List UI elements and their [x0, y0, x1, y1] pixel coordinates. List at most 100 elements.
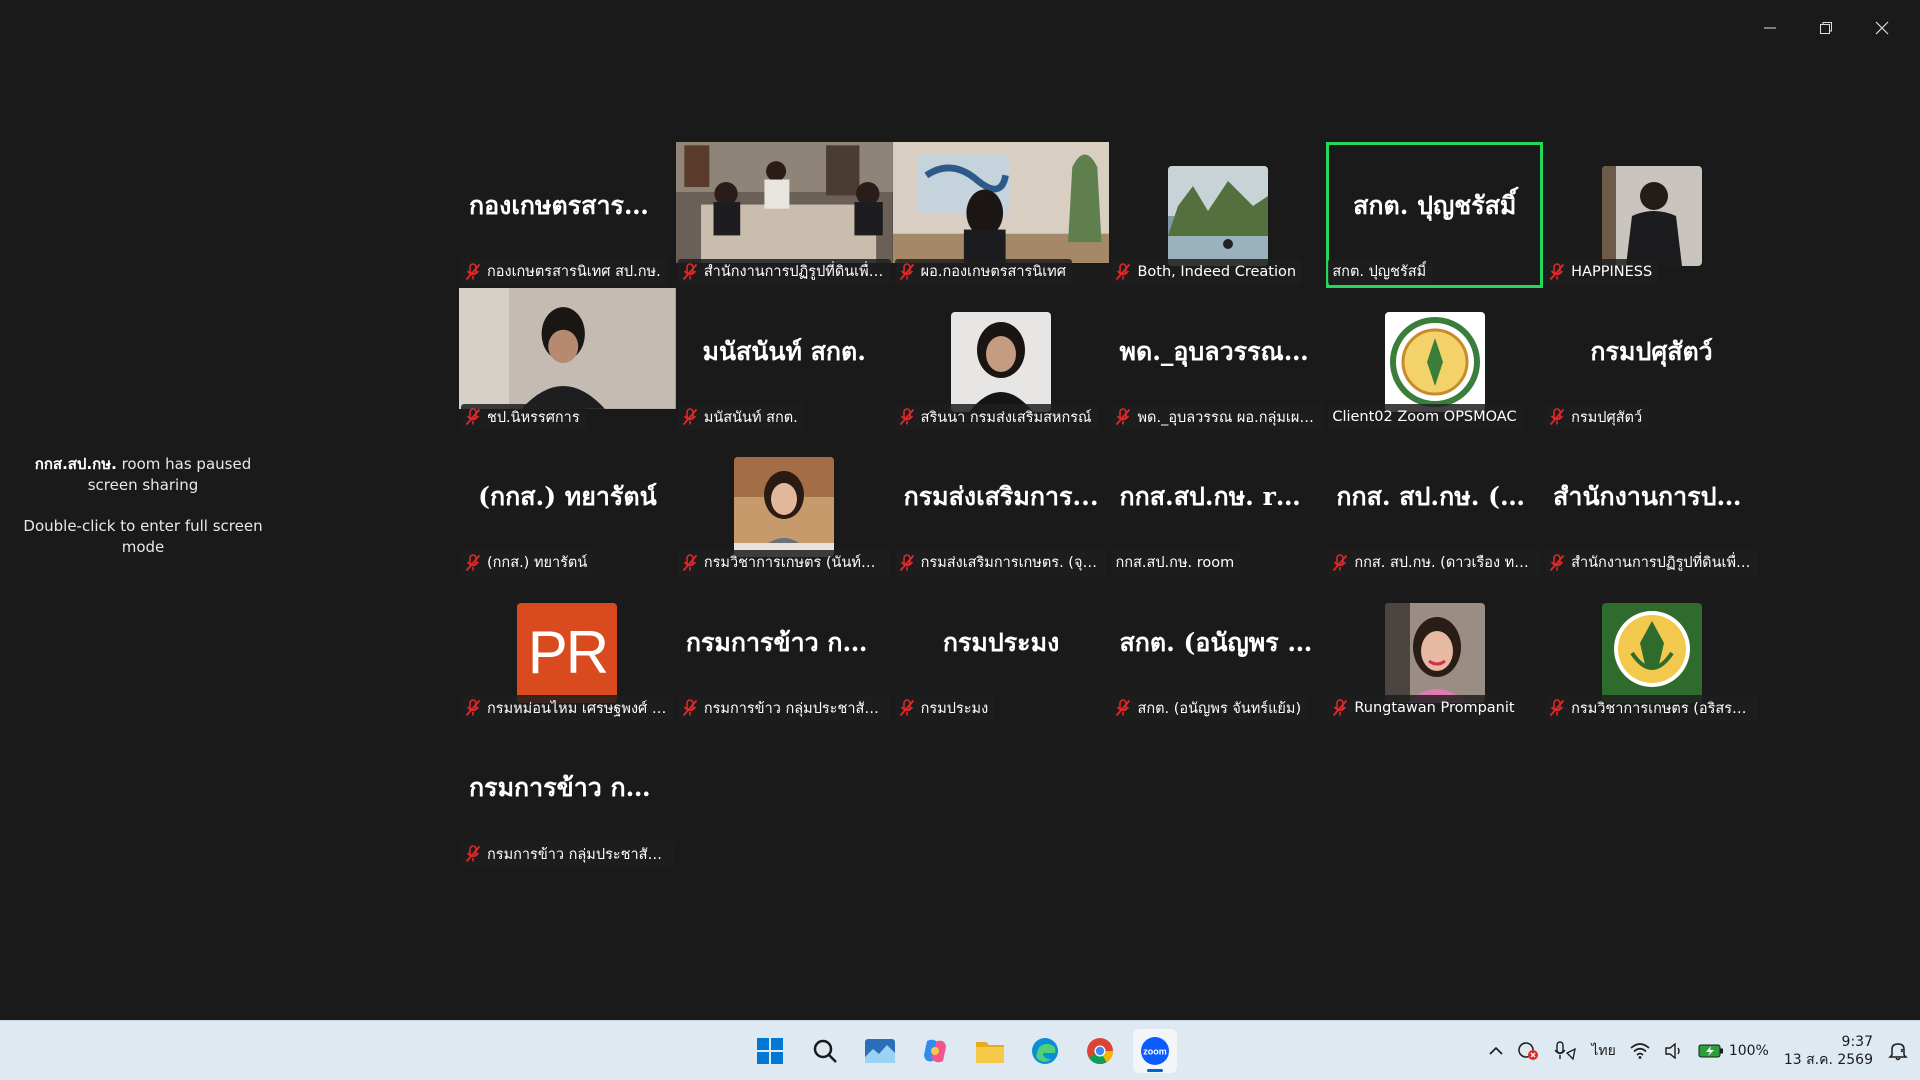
- search-button[interactable]: [803, 1029, 847, 1073]
- restore-button[interactable]: [1798, 10, 1854, 46]
- microphone-tray-button[interactable]: [1546, 1031, 1584, 1071]
- clock[interactable]: 9:37 13 ส.ค. 2569: [1776, 1031, 1881, 1071]
- chevron-up-icon: [1489, 1046, 1503, 1055]
- mic-muted-icon: [899, 408, 915, 426]
- participant-label-text: กองเกษตรสารนิเทศ สป.กษ.: [487, 264, 661, 281]
- participant-tile[interactable]: กรมการข้าว กลุ่ม... กรมการข้าว กลุ่มประช…: [675, 578, 893, 725]
- mic-muted-icon: [1332, 699, 1348, 717]
- participant-tile[interactable]: (กกส.) ทยารัตน์ (กกส.) ทยารัตน์: [459, 433, 676, 579]
- participant-label: (กกส.) ทยารัตน์: [461, 549, 594, 576]
- security-tray-button[interactable]: [1510, 1031, 1546, 1071]
- participant-name-large: กรมส่งเสริมการ...: [903, 482, 1099, 512]
- participant-tile[interactable]: กองเกษตรสารนิ... กองเกษตรสารนิเทศ สป.กษ.: [459, 142, 676, 288]
- participant-avatar: [1167, 166, 1268, 266]
- participant-label-text: Client02 Zoom OPSMOAC: [1332, 409, 1517, 426]
- participant-label: กรมหม่อนไหม เศรษฐพงศ์ ทองสุข น...: [461, 695, 674, 722]
- participant-tile[interactable]: กรมวิชาการเกษตร (นันท์นภัส พูลสวั...: [675, 433, 893, 579]
- mic-muted-icon: [1332, 553, 1348, 572]
- avatar-initials: PR: [527, 619, 609, 687]
- restore-icon: [1820, 22, 1832, 34]
- participant-tile[interactable]: กรมการข้าว กลุ่ม... กรมการข้าว กลุ่มประช…: [459, 724, 676, 870]
- battery-tray-button[interactable]: 100%: [1691, 1031, 1776, 1071]
- zoom-button[interactable]: zoom: [1133, 1029, 1177, 1073]
- share-paused-notice[interactable]: กกส.สป.กษ. room has paused screen sharin…: [20, 454, 266, 558]
- participant-tile-active-speaker[interactable]: สกต. ปุญชรัสมิ์ สกต. ปุญชรัสมิ์: [1326, 142, 1544, 288]
- participant-tile[interactable]: กกส.สป.กษ. room กกส.สป.กษ. room: [1109, 433, 1327, 579]
- participant-tile[interactable]: PR กรมหม่อนไหม เศรษฐพงศ์ ทองสุข น...: [459, 578, 676, 725]
- participant-label-text: (กกส.) ทยารัตน์: [487, 555, 588, 572]
- participant-tile[interactable]: สำนักงานการปฏิรู... สำนักงานการปฏิรูปที่…: [1543, 433, 1760, 579]
- participant-tile[interactable]: ชป.นิหรรศการ: [459, 287, 676, 434]
- participant-tile[interactable]: ผอ.กองเกษตรสารนิเทศ: [892, 142, 1110, 288]
- participant-tile[interactable]: Both, Indeed Creation: [1109, 142, 1327, 288]
- participant-label: Client02 Zoom OPSMOAC: [1328, 404, 1523, 431]
- show-hidden-icons-button[interactable]: [1482, 1031, 1510, 1071]
- participant-tile[interactable]: มนัสนันท์ สกต. มนัสนันท์ สกต.: [675, 287, 893, 434]
- taskbar: zoom ไทย 100% 9:37 13 ส.ค. 2569: [0, 1020, 1920, 1080]
- video-feed: [459, 287, 676, 409]
- participant-label-text: กรมหม่อนไหม เศรษฐพงศ์ ทองสุข น...: [487, 700, 668, 717]
- mic-muted-icon: [1115, 699, 1131, 717]
- participant-label: กรมวิชาการเกษตร (นันท์นภัส พูลสวั...: [677, 549, 891, 576]
- participant-name-large: พด._อุบลวรรณ ผ...: [1119, 336, 1327, 366]
- participant-tile[interactable]: กรมวิชาการเกษตร (อริสรา ชูสุวรรณ): [1543, 578, 1760, 725]
- participant-label-text: สรินนา กรมส่งเสริมสหกรณ์: [920, 409, 1092, 426]
- notifications-button[interactable]: [1881, 1031, 1920, 1071]
- mic-muted-icon: [465, 699, 481, 717]
- notification-bell-icon: [1888, 1043, 1908, 1061]
- participant-label: HAPPINESS: [1545, 258, 1659, 285]
- participant-name-large: กรมการข้าว กลุ่ม...: [685, 627, 893, 657]
- fullscreen-hint: Double-click to enter full screen mode: [23, 517, 263, 556]
- start-button[interactable]: [748, 1029, 792, 1073]
- mic-muted-icon: [1549, 262, 1565, 281]
- mic-muted-icon: [682, 553, 698, 572]
- participant-name-large: (กกส.) ทยารัตน์: [478, 482, 657, 512]
- shield-warning-icon: [1518, 1042, 1539, 1060]
- participant-tile[interactable]: กรมประมง กรมประมง: [892, 578, 1110, 725]
- participant-label-text: กกส. สป.กษ. (ดาวเรือง ทองเขียว): [1354, 555, 1535, 572]
- copilot-button[interactable]: [913, 1029, 957, 1073]
- participant-label: สกต. (อนัญพร จันทร์แย้ม): [1111, 695, 1308, 722]
- participant-label: สำนักงานการปฏิรูปที่ดินเพื่อเกษตรก...: [677, 258, 891, 285]
- mic-muted-icon: [682, 262, 698, 281]
- battery-charging-icon: [1698, 1044, 1723, 1058]
- language-label: ไทย: [1591, 1043, 1616, 1059]
- participant-label: Rungtawan Prompanit: [1328, 695, 1521, 722]
- participant-tile[interactable]: กรมปศุสัตว์ กรมปศุสัตว์: [1543, 287, 1760, 434]
- participant-label: สำนักงานการปฏิรูปที่ดินเพื่อเกษตรก...: [1545, 549, 1758, 576]
- participant-label: กองเกษตรสารนิเทศ สป.กษ.: [461, 258, 667, 285]
- battery-percent: 100%: [1728, 1043, 1769, 1059]
- participant-label-text: กรมวิชาการเกษตร (อริสรา ชูสุวรรณ): [1571, 700, 1752, 717]
- organization-logo: [1601, 602, 1702, 703]
- participant-tile[interactable]: สำนักงานการปฏิรูปที่ดินเพื่อเกษตรก...: [675, 142, 893, 288]
- participant-label: กกส. สป.กษ. (ดาวเรือง ทองเขียว): [1328, 549, 1542, 576]
- widgets-button[interactable]: [858, 1029, 902, 1073]
- widgets-icon: [865, 1039, 895, 1063]
- participant-tile[interactable]: สรินนา กรมส่งเสริมสหกรณ์: [892, 287, 1110, 434]
- language-indicator[interactable]: ไทย: [1584, 1031, 1622, 1071]
- participant-label: Both, Indeed Creation: [1111, 258, 1303, 285]
- participant-tile[interactable]: HAPPINESS: [1543, 142, 1760, 288]
- windows-icon: [757, 1038, 783, 1064]
- participant-tile[interactable]: กกส. สป.กษ. (ดา... กกส. สป.กษ. (ดาวเรือง…: [1326, 433, 1544, 579]
- participant-tile[interactable]: สกต. (อนัญพร จั... สกต. (อนัญพร จันทร์แย…: [1109, 578, 1327, 725]
- participant-tile[interactable]: กรมส่งเสริมการ... กรมส่งเสริมการเกษตร. (…: [892, 433, 1110, 579]
- close-button[interactable]: [1854, 10, 1910, 46]
- minimize-button[interactable]: [1742, 10, 1798, 46]
- participant-label-text: สกต. ปุญชรัสมิ์: [1332, 264, 1427, 281]
- participant-tile[interactable]: พด._อุบลวรรณ ผ... พด._อุบลวรรณ ผอ.กลุ่มเ…: [1109, 287, 1327, 434]
- mic-muted-icon: [899, 699, 915, 717]
- participant-tile[interactable]: Rungtawan Prompanit: [1326, 578, 1544, 725]
- chrome-button[interactable]: [1078, 1029, 1122, 1073]
- window-controls: [1742, 10, 1910, 46]
- network-tray-button[interactable]: [1623, 1031, 1657, 1071]
- microphone-icon: [1554, 1041, 1577, 1061]
- clock-date: 13 ส.ค. 2569: [1783, 1052, 1873, 1068]
- folder-icon: [976, 1042, 1004, 1063]
- volume-tray-button[interactable]: [1657, 1031, 1691, 1071]
- participant-tile[interactable]: Client02 Zoom OPSMOAC: [1326, 287, 1544, 434]
- share-paused-text: กกส.สป.กษ. room has paused screen sharin…: [20, 454, 266, 496]
- participant-name-large: กกส.สป.กษ. room: [1119, 482, 1327, 512]
- edge-button[interactable]: [1023, 1029, 1067, 1073]
- file-explorer-button[interactable]: [968, 1029, 1012, 1073]
